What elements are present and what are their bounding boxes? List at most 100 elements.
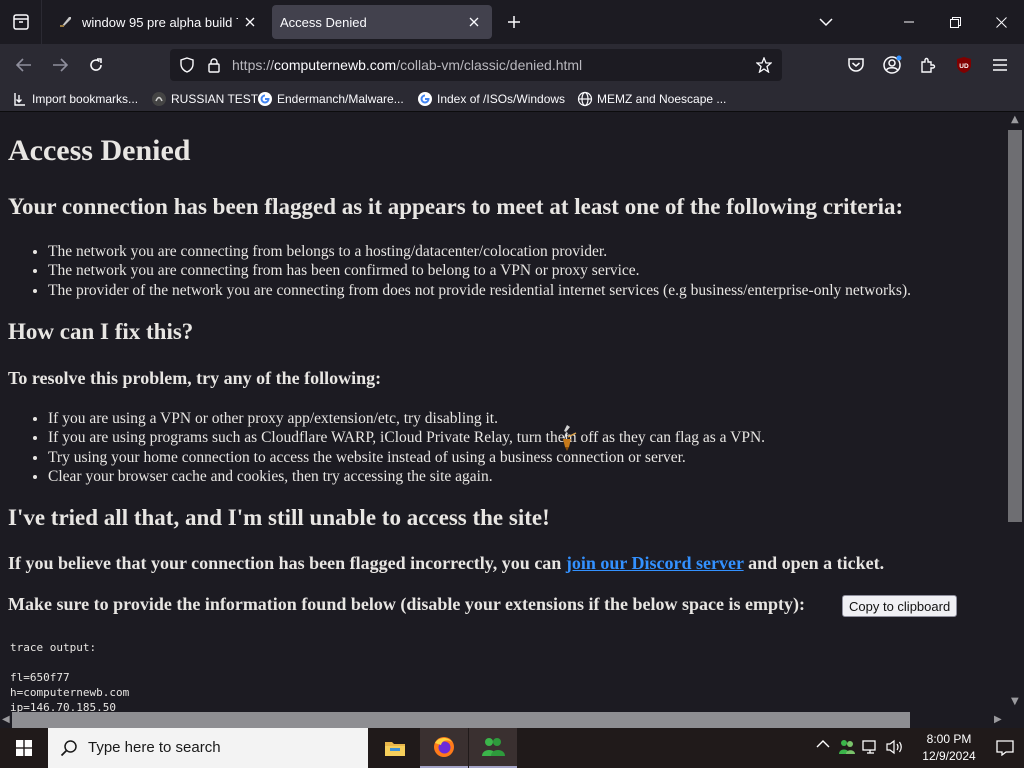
discord-prefix: If you believe that your connection has …: [8, 553, 562, 573]
ublock-origin-button[interactable]: UD: [953, 54, 975, 76]
account-button[interactable]: [881, 54, 903, 76]
clock-time: 8:00 PM: [926, 732, 972, 746]
url-scheme: https://: [232, 57, 275, 73]
address-bar[interactable]: https://computernewb.com/collab-vm/class…: [170, 49, 782, 81]
account-icon: [883, 55, 902, 74]
taskbar-firefox[interactable]: [420, 728, 468, 768]
close-tab-button[interactable]: [462, 10, 486, 34]
restore-button[interactable]: [932, 0, 978, 44]
list-item: Try using your home connection to access…: [48, 448, 765, 467]
taskbar-search-box[interactable]: Type here to search: [48, 728, 368, 768]
google-favicon: [258, 92, 272, 106]
app-menu-button[interactable]: [989, 54, 1011, 76]
close-icon: [245, 17, 255, 27]
system-tray: 8:00 PM 12/9/2024: [810, 728, 1024, 768]
resolve-subheading: To resolve this problem, try any of the …: [8, 368, 382, 388]
chevron-up-icon: [816, 740, 830, 748]
taskbar-clock[interactable]: 8:00 PM 12/9/2024: [910, 731, 988, 765]
url-text[interactable]: https://computernewb.com/collab-vm/class…: [232, 57, 582, 73]
firefox-view-button[interactable]: [0, 0, 42, 44]
close-tab-button[interactable]: [238, 10, 262, 34]
trace-output[interactable]: trace output: fl=650f77 h=computernewb.com…: [10, 640, 129, 712]
close-icon: [469, 17, 479, 27]
shield-icon[interactable]: [179, 57, 195, 73]
chevron-down-icon: [819, 18, 833, 27]
reload-button[interactable]: [81, 50, 111, 80]
vertical-scrollbar[interactable]: ▲ ▼: [1006, 112, 1024, 712]
list-item: Clear your browser cache and cookies, th…: [48, 467, 765, 486]
list-item: If you are using a VPN or other proxy ap…: [48, 409, 765, 428]
back-arrow-icon: [16, 58, 31, 72]
close-window-button[interactable]: [978, 0, 1024, 44]
trace-line: fl=650f77: [10, 671, 70, 684]
scroll-left-arrow-icon[interactable]: ◀: [2, 714, 10, 725]
taskbar-file-explorer[interactable]: [371, 728, 419, 768]
reload-icon: [90, 58, 102, 71]
list-item: The provider of the network you are conn…: [48, 281, 911, 300]
busy-cursor-icon: [563, 425, 577, 451]
network-button[interactable]: [862, 739, 880, 755]
tray-people-button[interactable]: [838, 738, 856, 756]
scroll-down-arrow-icon[interactable]: ▼: [1011, 696, 1019, 707]
puzzle-icon: [921, 57, 936, 73]
minimize-icon: [904, 21, 914, 23]
copy-to-clipboard-button[interactable]: Copy to clipboard: [842, 595, 958, 617]
start-button[interactable]: [0, 728, 48, 768]
bookmark-label: Endermanch/Malware...: [277, 92, 404, 106]
action-center-button[interactable]: [996, 740, 1014, 756]
bookmark-russian-test[interactable]: RUSSIAN TEST: [151, 90, 258, 108]
url-path: /collab-vm/classic/denied.html: [396, 57, 583, 73]
people-icon: [839, 740, 855, 754]
list-item: The network you are connecting from has …: [48, 261, 911, 280]
extensions-button[interactable]: [917, 54, 939, 76]
tab-title: window 95 pre alpha build 73f (: [82, 14, 238, 30]
show-hidden-icons-button[interactable]: [816, 739, 830, 749]
plus-icon: [508, 16, 520, 28]
forward-button[interactable]: [45, 50, 75, 80]
page-title: Access Denied: [8, 134, 191, 167]
pocket-button[interactable]: [845, 54, 867, 76]
scroll-up-arrow-icon[interactable]: ▲: [1011, 114, 1019, 125]
sword-favicon-icon: [60, 17, 71, 27]
tab-access-denied[interactable]: Access Denied: [272, 5, 492, 39]
horizontal-scrollbar[interactable]: ◀ ▶: [0, 712, 1024, 728]
taskbar-msn-messenger[interactable]: [469, 728, 517, 768]
still-heading: I've tried all that, and I'm still unabl…: [8, 505, 550, 530]
page-viewport[interactable]: Access Denied Your connection has been f…: [0, 112, 1006, 712]
vertical-scroll-thumb[interactable]: [1008, 130, 1022, 522]
bookmark-import[interactable]: Import bookmarks...: [12, 90, 138, 108]
volume-button[interactable]: [886, 739, 904, 755]
flagged-heading: Your connection has been flagged as it a…: [8, 194, 904, 219]
info-paragraph: Make sure to provide the information fou…: [8, 594, 806, 614]
clock-date: 12/9/2024: [922, 749, 976, 763]
russian-test-favicon: [152, 92, 166, 106]
notification-icon: [996, 740, 1014, 756]
file-explorer-icon: [385, 742, 405, 756]
scroll-right-arrow-icon[interactable]: ▶: [994, 714, 1002, 725]
back-button[interactable]: [9, 50, 39, 80]
close-icon: [995, 16, 1007, 28]
extension-badge-text: UD: [959, 63, 969, 70]
bookmark-isos[interactable]: Index of /ISOs/Windows: [417, 90, 565, 108]
msn-messenger-icon: [482, 738, 505, 756]
fixes-list: If you are using a VPN or other proxy ap…: [48, 409, 765, 486]
minimize-button[interactable]: [886, 0, 932, 44]
list-all-tabs-button[interactable]: [812, 8, 840, 36]
trace-line: ip=146.70.185.50: [10, 701, 116, 712]
bookmark-label: MEMZ and Noescape ...: [597, 92, 727, 106]
bookmark-star-icon[interactable]: [756, 57, 772, 73]
bookmark-endermanch[interactable]: Endermanch/Malware...: [257, 90, 404, 108]
discord-paragraph: If you believe that your connection has …: [8, 553, 884, 574]
tab-window95[interactable]: window 95 pre alpha build 73f (: [46, 5, 268, 39]
bookmarks-toolbar: Import bookmarks... RUSSIAN TEST Enderma…: [0, 86, 1024, 112]
forward-arrow-icon: [53, 58, 68, 72]
bookmark-memz[interactable]: MEMZ and Noescape ...: [577, 90, 726, 108]
search-placeholder: Type here to search: [88, 739, 221, 756]
discord-link[interactable]: join our Discord server: [566, 553, 744, 573]
trace-line: h=computernewb.com: [10, 686, 130, 699]
lock-icon[interactable]: [206, 57, 222, 73]
new-tab-button[interactable]: [500, 8, 528, 36]
horizontal-scroll-thumb[interactable]: [12, 712, 910, 728]
restore-icon: [949, 16, 961, 28]
bookmark-label: Import bookmarks...: [32, 92, 139, 106]
